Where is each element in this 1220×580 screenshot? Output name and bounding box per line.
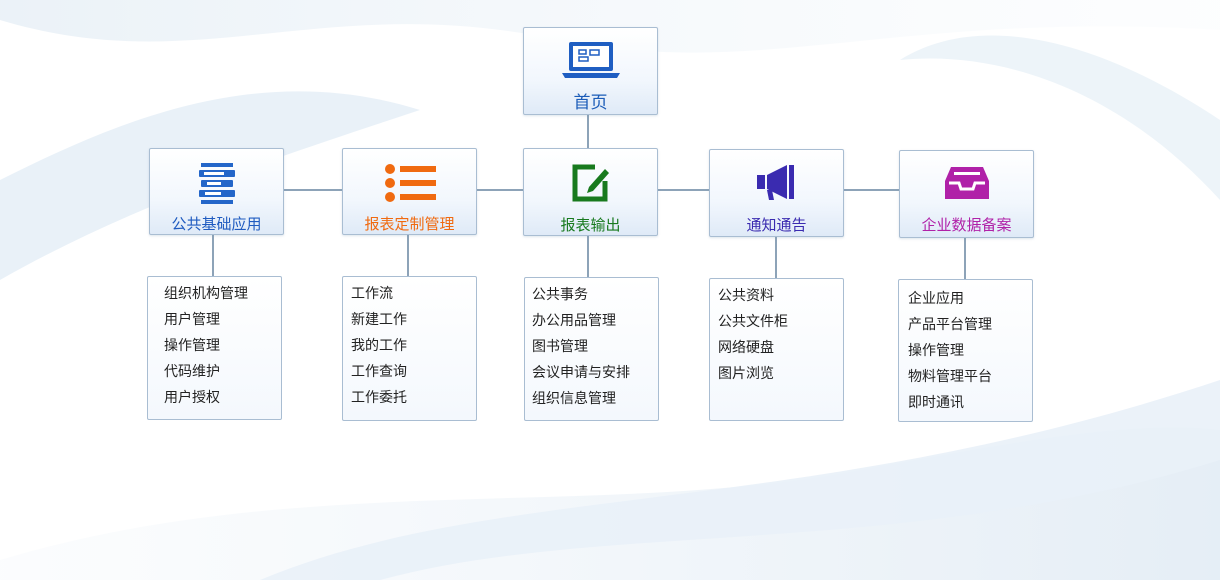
connector-root: [587, 114, 589, 150]
submenu-item[interactable]: 工作查询: [351, 359, 476, 385]
category-label: 公共基础应用: [171, 215, 262, 233]
submenu-item[interactable]: 组织信息管理: [532, 386, 658, 412]
laptop-icon: [524, 40, 657, 80]
category-label: 企业数据备案: [921, 216, 1012, 234]
inbox-tray-icon: [900, 165, 1033, 203]
submenu-item[interactable]: 公共事务: [532, 282, 658, 308]
submenu-item[interactable]: 办公用品管理: [532, 308, 658, 334]
submenu-item[interactable]: 会议申请与安排: [532, 360, 658, 386]
list-icon: [343, 163, 476, 203]
megaphone-icon: [710, 162, 843, 202]
submenu-item[interactable]: 用户授权: [164, 385, 281, 411]
submenu-enterprise-data: 企业应用 产品平台管理 操作管理 物料管理平台 即时通讯: [898, 279, 1033, 422]
category-node-report-custom[interactable]: 报表定制管理: [342, 148, 477, 235]
database-stack-icon: [150, 161, 283, 205]
category-node-report-output[interactable]: 报表输出: [523, 148, 658, 236]
connector-cat-2: [407, 234, 409, 277]
submenu-item[interactable]: 公共文件柜: [718, 309, 843, 335]
connector-cat-4: [775, 236, 777, 279]
category-label: 通知通告: [746, 216, 807, 234]
category-node-enterprise-data[interactable]: 企业数据备案: [899, 150, 1034, 238]
submenu-item[interactable]: 新建工作: [351, 307, 476, 333]
category-label: 报表定制管理: [364, 215, 455, 233]
connector-cat-3: [587, 235, 589, 278]
submenu-item[interactable]: 企业应用: [908, 286, 1032, 312]
submenu-report-output: 公共事务 办公用品管理 图书管理 会议申请与安排 组织信息管理: [524, 277, 659, 421]
submenu-item[interactable]: 用户管理: [164, 307, 281, 333]
submenu-item[interactable]: 物料管理平台: [908, 364, 1032, 390]
submenu-item[interactable]: 组织机构管理: [164, 281, 281, 307]
category-node-notice[interactable]: 通知通告: [709, 149, 844, 237]
edit-icon: [524, 161, 657, 205]
submenu-item[interactable]: 代码维护: [164, 359, 281, 385]
submenu-item[interactable]: 操作管理: [908, 338, 1032, 364]
submenu-report-custom: 工作流 新建工作 我的工作 工作查询 工作委托: [342, 276, 477, 421]
submenu-item[interactable]: 我的工作: [351, 333, 476, 359]
submenu-item[interactable]: 即时通讯: [908, 390, 1032, 416]
submenu-item[interactable]: 工作委托: [351, 385, 476, 411]
category-node-public-base[interactable]: 公共基础应用: [149, 148, 284, 235]
root-node-home[interactable]: 首页: [523, 27, 658, 115]
submenu-item[interactable]: 图片浏览: [718, 361, 843, 387]
category-label: 报表输出: [560, 216, 621, 234]
submenu-public-base: 组织机构管理 用户管理 操作管理 代码维护 用户授权: [147, 276, 282, 420]
root-node-label: 首页: [573, 93, 608, 113]
submenu-item[interactable]: 公共资料: [718, 283, 843, 309]
submenu-item[interactable]: 网络硬盘: [718, 335, 843, 361]
submenu-item[interactable]: 产品平台管理: [908, 312, 1032, 338]
connector-cat-5: [964, 237, 966, 280]
submenu-item[interactable]: 图书管理: [532, 334, 658, 360]
submenu-notice: 公共资料 公共文件柜 网络硬盘 图片浏览: [709, 278, 844, 421]
submenu-item[interactable]: 工作流: [351, 281, 476, 307]
submenu-item[interactable]: 操作管理: [164, 333, 281, 359]
connector-cat-1: [212, 234, 214, 277]
